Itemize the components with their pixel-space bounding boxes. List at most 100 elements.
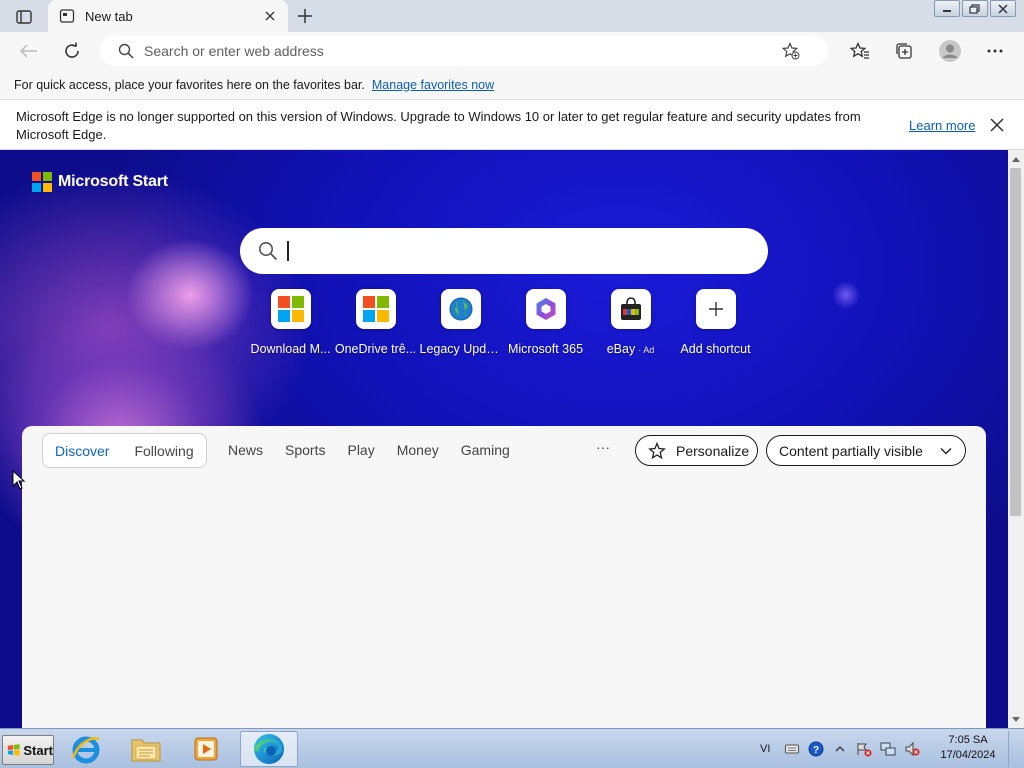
volume-muted-icon[interactable] — [904, 741, 920, 757]
nav-money[interactable]: Money — [397, 442, 439, 458]
new-tab-page-icon — [59, 9, 75, 23]
shortcut-tile[interactable] — [440, 289, 481, 329]
shortcut-label: Download M... — [250, 342, 331, 356]
keyboard-icon[interactable] — [784, 741, 800, 757]
refresh-button[interactable] — [57, 36, 87, 66]
windows-flag-icon — [7, 744, 20, 756]
action-center-icon[interactable] — [856, 741, 872, 757]
microsoft-start-brand[interactable]: Microsoft Start — [32, 172, 168, 192]
scroll-down-arrow[interactable] — [1010, 713, 1021, 725]
scroll-up-arrow[interactable] — [1010, 153, 1021, 165]
shopping-bag-icon — [620, 297, 641, 320]
web-search-input[interactable] — [307, 242, 747, 260]
browser-toolbar — [0, 32, 1024, 70]
window-controls — [932, 0, 1016, 17]
shortcut-legacy-update[interactable]: Legacy Upda... — [418, 289, 503, 356]
minimize-icon — [943, 9, 951, 12]
tab-discover[interactable]: Discover — [55, 443, 109, 459]
content-visibility-dropdown[interactable]: Content partially visible — [766, 435, 966, 466]
manage-favorites-link[interactable]: Manage favorites now — [372, 78, 494, 92]
shortcut-ebay[interactable]: eBay · Ad — [588, 289, 673, 356]
avatar-icon — [939, 40, 961, 62]
address-bar[interactable] — [100, 36, 828, 66]
add-favorite-icon[interactable] — [782, 42, 800, 60]
mouse-cursor — [12, 470, 26, 490]
network-icon[interactable] — [880, 741, 896, 757]
new-tab-page: Microsoft Start Download M... OneDrive t… — [0, 150, 1008, 728]
close-window-button[interactable] — [990, 0, 1016, 17]
tab-actions-button[interactable] — [10, 6, 38, 28]
shortcut-label: eBay · Ad — [606, 342, 655, 356]
new-tab-button[interactable] — [292, 4, 318, 28]
scrollbar-thumb[interactable] — [1010, 168, 1021, 516]
shortcut-tile[interactable] — [355, 289, 396, 329]
language-indicator[interactable]: VI — [760, 743, 770, 755]
address-input[interactable] — [144, 43, 764, 59]
shortcut-label: Legacy Upda... — [419, 342, 502, 356]
web-search-box[interactable] — [240, 228, 768, 274]
shortcut-tile[interactable] — [270, 289, 311, 329]
chevron-up-icon — [1011, 156, 1020, 162]
profile-button[interactable] — [935, 36, 965, 66]
brand-name: Microsoft Start — [58, 173, 168, 190]
microsoft-logo-icon — [32, 172, 52, 192]
close-icon — [265, 11, 275, 21]
shortcut-label: Microsoft 365 — [507, 342, 584, 356]
more-categories-button[interactable]: ··· — [596, 439, 612, 455]
start-button[interactable]: Start — [2, 735, 54, 765]
taskbar-clock[interactable]: 7:05 SA 17/04/2024 — [936, 733, 1000, 763]
shortcut-onedrive[interactable]: OneDrive trê... — [333, 289, 418, 356]
shortcut-microsoft-365[interactable]: Microsoft 365 — [503, 289, 588, 356]
shortcut-tile[interactable] — [695, 289, 736, 329]
nav-gaming[interactable]: Gaming — [461, 442, 510, 458]
help-icon[interactable]: ? — [808, 741, 824, 757]
shortcut-download[interactable]: Download M... — [248, 289, 333, 356]
shortcut-tile[interactable] — [610, 289, 651, 329]
taskbar-file-explorer[interactable] — [117, 731, 175, 767]
taskbar-edge[interactable] — [240, 731, 298, 767]
taskbar-media-player[interactable] — [177, 731, 235, 767]
tab-title: New tab — [85, 8, 133, 24]
tray-expand-icon[interactable] — [832, 741, 848, 757]
minimize-button[interactable] — [934, 0, 960, 17]
restore-button[interactable] — [962, 0, 988, 17]
nav-sports[interactable]: Sports — [285, 442, 325, 458]
internet-explorer-icon — [71, 736, 100, 764]
nav-play[interactable]: Play — [347, 442, 374, 458]
quick-links: Download M... OneDrive trê... Legacy Upd… — [248, 289, 758, 356]
edge-icon — [254, 734, 284, 764]
favorites-bar: For quick access, place your favorites h… — [0, 70, 1024, 100]
collections-button[interactable] — [889, 36, 919, 66]
favorites-bar-text: For quick access, place your favorites h… — [14, 77, 365, 92]
favorites-button[interactable] — [845, 36, 875, 66]
tab-following[interactable]: Following — [134, 443, 193, 459]
add-shortcut-button[interactable]: Add shortcut — [673, 289, 758, 356]
back-button[interactable] — [14, 36, 44, 66]
refresh-icon — [65, 42, 79, 58]
search-icon — [118, 43, 134, 59]
search-icon — [259, 242, 278, 261]
nav-news[interactable]: News — [228, 442, 263, 458]
tab-new-tab[interactable]: New tab — [48, 0, 288, 32]
folder-icon — [131, 739, 161, 762]
restore-icon — [969, 3, 980, 14]
learn-more-link[interactable]: Learn more — [909, 118, 975, 133]
infobar-message: Microsoft Edge is no longer supported on… — [16, 109, 861, 142]
tab-close-button[interactable] — [260, 6, 280, 26]
shortcut-tile[interactable] — [525, 289, 566, 329]
settings-menu-button[interactable] — [980, 36, 1010, 66]
microsoft-365-icon — [536, 298, 555, 320]
start-label: Start — [23, 742, 53, 758]
taskbar: Start VI ? 7:05 SA 17/04/2024 — [0, 728, 1024, 768]
show-desktop-button[interactable] — [1008, 731, 1022, 767]
taskbar-internet-explorer[interactable] — [57, 731, 115, 767]
unsupported-os-infobar: Microsoft Edge is no longer supported on… — [0, 101, 1024, 150]
back-arrow-icon — [20, 44, 37, 58]
personalize-button[interactable]: Personalize — [635, 435, 758, 466]
microsoft-logo-icon — [277, 296, 304, 322]
infobar-close-button[interactable] — [990, 118, 1008, 136]
clock-date: 17/04/2024 — [940, 749, 996, 761]
pointer-cursor-icon — [12, 470, 26, 490]
system-tray: VI ? — [760, 733, 928, 765]
media-player-icon — [194, 737, 218, 761]
